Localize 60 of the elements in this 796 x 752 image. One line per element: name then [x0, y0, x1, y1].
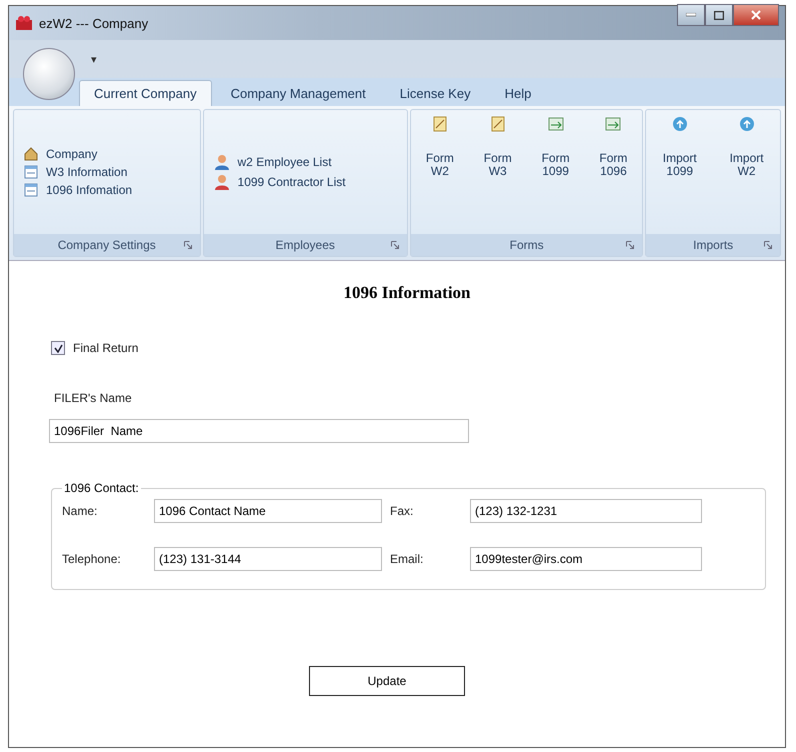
- ribbon-tab[interactable]: Help: [490, 80, 546, 106]
- ribbon-item[interactable]: w2 Employee List: [214, 154, 407, 170]
- input-field[interactable]: (123) 132-1231: [470, 499, 702, 523]
- form-title: 1096 Information: [342, 283, 472, 303]
- group-title: Company Settings: [58, 238, 156, 252]
- upload-icon: [738, 116, 755, 132]
- checkbox-label: Final Return: [73, 341, 138, 355]
- checkbox[interactable]: [51, 341, 65, 355]
- close-button[interactable]: [733, 4, 779, 26]
- group-legend: 1096 Contact:: [62, 481, 141, 495]
- close-icon: [751, 10, 761, 20]
- ribbon-button[interactable]: Form W3: [484, 116, 512, 234]
- ribbon-item[interactable]: W3 Information: [24, 165, 200, 179]
- minimize-icon: [686, 13, 696, 17]
- input-field[interactable]: 1099tester@irs.com: [470, 547, 702, 571]
- field-label: Email:: [390, 552, 424, 566]
- field-label: Telephone:: [62, 552, 122, 566]
- ribbon-tab[interactable]: Company Management: [216, 80, 381, 106]
- dialog-launcher-icon[interactable]: [184, 241, 192, 249]
- dialog-launcher-icon[interactable]: [626, 241, 634, 249]
- dialog-launcher-icon[interactable]: [390, 241, 399, 249]
- field-label: Name:: [62, 504, 98, 518]
- application-orb[interactable]: [23, 48, 75, 100]
- ribbon-item[interactable]: 1096 Infomation: [24, 183, 200, 197]
- form-icon: [24, 165, 38, 179]
- checkmark-icon: [54, 344, 62, 352]
- app-logo-icon: [15, 15, 33, 31]
- dialog-launcher-icon[interactable]: [764, 241, 772, 249]
- arrows-icon: [605, 116, 622, 132]
- filer-name-field[interactable]: 1096Filer Name: [49, 419, 469, 443]
- ribbon-button[interactable]: Import W2: [730, 116, 764, 234]
- ribbon-button[interactable]: Form 1099: [542, 116, 570, 234]
- maximize-icon: [714, 10, 724, 20]
- quick-access-dropdown[interactable]: ▾: [91, 52, 97, 66]
- group-title: Imports: [693, 238, 734, 252]
- ribbon-button[interactable]: Import 1099: [662, 116, 697, 234]
- window-title: ezW2 --- Company: [39, 16, 150, 30]
- ribbon-item[interactable]: 1099 Contractor List: [214, 174, 407, 190]
- ribbon-button[interactable]: Form 1096: [599, 116, 628, 234]
- ribbon-button[interactable]: Form W2: [426, 116, 454, 234]
- document-icon: [490, 116, 506, 132]
- group-title: Employees: [276, 238, 335, 252]
- minimize-button[interactable]: [677, 4, 705, 26]
- upload-icon: [672, 116, 688, 132]
- ribbon-tab[interactable]: License Key: [384, 80, 486, 106]
- update-button[interactable]: Update: [309, 666, 465, 696]
- field-label: FILER's Name: [54, 391, 133, 405]
- house-icon: [24, 147, 38, 161]
- arrows-icon: [548, 116, 564, 132]
- document-icon: [432, 116, 448, 132]
- ribbon-tab[interactable]: Current Company: [79, 80, 212, 106]
- form-icon: [24, 183, 38, 197]
- person-icon: [214, 174, 230, 190]
- ribbon-item[interactable]: Company: [24, 147, 200, 161]
- maximize-button[interactable]: [705, 4, 733, 26]
- field-label: Fax:: [390, 504, 414, 518]
- person-icon: [214, 154, 230, 170]
- input-field[interactable]: 1096 Contact Name: [154, 499, 382, 523]
- group-title: Forms: [510, 238, 544, 252]
- input-field[interactable]: (123) 131-3144: [154, 547, 382, 571]
